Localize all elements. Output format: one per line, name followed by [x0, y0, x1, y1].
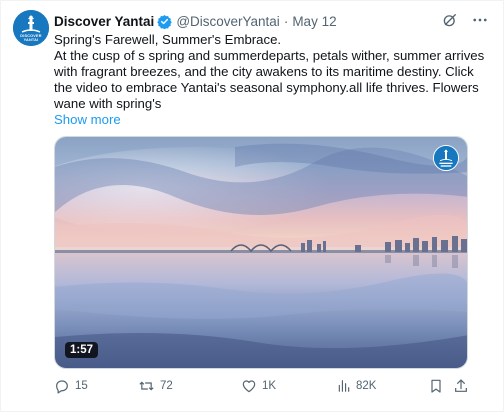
verified-badge-icon — [157, 14, 173, 29]
like-button[interactable]: 1K — [241, 378, 276, 394]
share-icon — [453, 378, 469, 394]
timestamp[interactable]: May 12 — [292, 14, 336, 29]
avatar[interactable]: DISCOVER YANTAI — [13, 10, 49, 46]
more-icon[interactable] — [471, 11, 489, 29]
repost-button[interactable]: 72 — [138, 378, 173, 394]
avatar-text: DISCOVER YANTAI — [20, 34, 42, 43]
like-count: 1K — [262, 380, 277, 392]
show-more-link[interactable]: Show more — [54, 112, 121, 128]
tweet-header: Discover Yantai @DiscoverYantai · May 12 — [54, 11, 493, 31]
tweet-title: Spring's Farewell, Summer's Embrace. — [54, 32, 282, 47]
video-thumbnail — [55, 137, 467, 368]
tweet-body: At the cusp of s spring and summerdepart… — [54, 48, 485, 111]
video-player[interactable]: 1:57 — [54, 136, 468, 369]
display-name[interactable]: Discover Yantai — [54, 14, 154, 29]
header-actions — [441, 11, 489, 29]
tweet-card[interactable]: DISCOVER YANTAI Discover Yantai @Discove… — [0, 0, 504, 412]
repost-count: 72 — [160, 380, 173, 392]
tweet-text: Spring's Farewell, Summer's Embrace. At … — [54, 32, 494, 128]
tweet-action-bar: 15 72 1K 82K — [54, 378, 469, 398]
views-icon — [337, 378, 351, 394]
bookmark-button[interactable] — [428, 378, 444, 394]
handle[interactable]: @DiscoverYantai — [176, 14, 280, 29]
repost-icon — [138, 378, 155, 394]
views-button[interactable]: 82K — [337, 378, 376, 394]
share-button[interactable] — [453, 378, 469, 394]
reply-icon — [54, 378, 70, 394]
video-watermark-logo — [433, 145, 459, 171]
bookmark-icon — [428, 378, 444, 394]
like-icon — [241, 378, 257, 394]
reply-count: 15 — [75, 380, 88, 392]
separator-dot: · — [283, 13, 289, 29]
video-duration: 1:57 — [65, 342, 99, 358]
views-count: 82K — [356, 380, 377, 392]
reply-button[interactable]: 15 — [54, 378, 88, 394]
grok-icon[interactable] — [441, 11, 459, 29]
